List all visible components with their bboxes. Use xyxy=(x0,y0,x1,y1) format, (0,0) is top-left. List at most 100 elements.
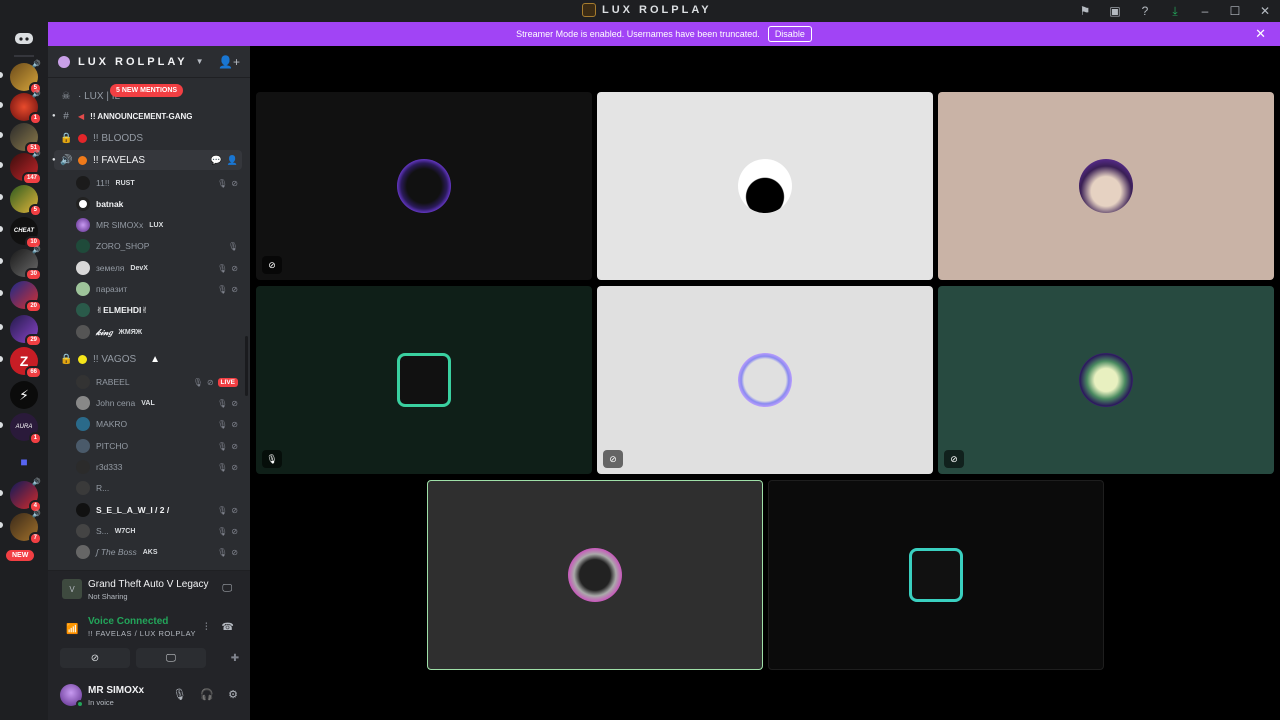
voice-user[interactable]: ZORO_SHOP 🎙 xyxy=(76,236,240,256)
voice-user[interactable]: 𝓀𝒾𝓃𝑔 ЖМЯЖ xyxy=(76,322,240,342)
headphones-icon[interactable]: 🎧 xyxy=(200,688,214,701)
mic-muted-icon: 🎙 xyxy=(217,178,228,188)
voice-status[interactable]: Voice Connected xyxy=(88,616,168,627)
unread-pill xyxy=(0,194,3,200)
server-icon[interactable]: 5 xyxy=(10,185,42,217)
disable-button[interactable]: Disable xyxy=(767,26,812,42)
mic-icon[interactable]: 🎙 xyxy=(172,688,186,701)
chat-icon[interactable]: 💬 xyxy=(211,155,222,166)
voice-channel-name[interactable]: !! FAVELAS / LUX ROLPLAY xyxy=(88,629,196,638)
disconnect-icon[interactable]: ☎ xyxy=(222,622,234,633)
mention-badge: 30 xyxy=(25,268,42,281)
voice-user[interactable]: r3d333 🎙 ⊘ xyxy=(76,457,240,477)
avatar xyxy=(76,503,90,517)
avatar xyxy=(76,197,90,211)
mic-muted-icon: 🎙 xyxy=(217,398,228,408)
voice-user[interactable]: 11!! RUST 🎙 ⊘ xyxy=(76,173,240,193)
voice-user[interactable]: S_E_L_A_W_I / 2 /🎙 ⊘ xyxy=(76,500,240,520)
screen-share-button[interactable]: 🖵 xyxy=(136,648,206,668)
noise-suppression-icon[interactable]: ⫶ xyxy=(205,622,208,633)
server-icon[interactable]: CHEAT 10 xyxy=(10,217,42,249)
mention-badge: 5 xyxy=(28,204,42,217)
add-user-icon[interactable]: 👤+ xyxy=(218,55,240,69)
server-icon[interactable]: Z 66 xyxy=(10,347,42,379)
server-icon[interactable]: 🔊 7 xyxy=(10,511,42,545)
sidebar-scrollbar[interactable] xyxy=(245,336,248,396)
gear-icon[interactable]: ⚙ xyxy=(228,688,238,701)
participant-tile[interactable] xyxy=(597,92,933,280)
server-icon[interactable]: 🔊 147 xyxy=(10,151,42,185)
server-icon[interactable]: 🔊 5 xyxy=(10,61,42,95)
mention-badge: 1 xyxy=(28,432,42,445)
voice-user[interactable]: паразит 🎙 ⊘ xyxy=(76,279,240,299)
new-mentions-badge[interactable]: 5 NEW MENTIONS xyxy=(110,84,184,97)
deafened-icon: ⊘ xyxy=(231,462,238,472)
voice-panel: 📶 Voice Connected !! FAVELAS / LUX ROLPL… xyxy=(48,606,250,676)
voice-user[interactable]: batnak xyxy=(76,194,240,214)
mic-muted-icon: 🎙 xyxy=(217,441,228,451)
discord-home-icon[interactable] xyxy=(8,25,40,51)
participant-tile[interactable] xyxy=(938,92,1274,280)
orange-dot-icon xyxy=(78,155,87,165)
close-button[interactable]: ✕ xyxy=(1250,0,1280,22)
server-icon[interactable]: 🔊 1 xyxy=(10,91,42,125)
folder-icon[interactable]: ■ xyxy=(12,450,36,474)
channel-bloods[interactable]: 🔒!! BLOODS xyxy=(54,128,242,148)
voice-user[interactable]: PITCHO 🎙 ⊘ xyxy=(76,436,240,456)
channel-announcement-gang[interactable]: ● # ◀!! ANNOUNCEMENT-GANG xyxy=(52,106,242,126)
channel-favelas[interactable]: ● 🔊!! FAVELAS 💬 👤 xyxy=(52,150,242,170)
participant-tile-speaking[interactable] xyxy=(427,480,763,670)
server-icon[interactable]: ⚡ xyxy=(10,381,38,409)
mic-muted-icon: 🎙 xyxy=(217,547,228,557)
unread-pill xyxy=(0,324,3,330)
participant-tile[interactable] xyxy=(768,480,1104,670)
new-badge[interactable]: NEW xyxy=(6,550,35,561)
game-status: Not Sharing xyxy=(88,592,128,601)
voice-stage: ⊘ 🎙 ⊘ ⊘ xyxy=(250,46,1280,720)
camera-off-button[interactable]: ⊘ xyxy=(60,648,130,668)
avatar xyxy=(76,524,90,538)
avatar xyxy=(76,481,90,495)
download-icon[interactable]: ⤓ xyxy=(1160,0,1190,22)
user-status: In voice xyxy=(88,698,114,707)
invite-icon[interactable]: 👤 xyxy=(227,155,238,166)
server-icon[interactable]: AURA 1 xyxy=(10,413,42,445)
minimize-button[interactable]: – xyxy=(1190,0,1220,22)
server-icon[interactable]: 51 xyxy=(10,123,42,155)
voice-user[interactable]: ʃ The Boss AKS 🎙 ⊘ xyxy=(76,542,240,562)
maximize-button[interactable]: ☐ xyxy=(1220,0,1250,22)
participant-tile[interactable]: 🎙 xyxy=(256,286,592,474)
share-screen-icon[interactable]: 🖵 xyxy=(222,583,232,594)
voice-user[interactable]: земеля DevX 🎙 ⊘ xyxy=(76,258,240,278)
avatar xyxy=(909,548,963,602)
monitor-icon[interactable]: ▣ xyxy=(1100,0,1130,22)
channel-vagos[interactable]: 🔒!! VAGOS ▲ xyxy=(54,349,242,369)
inbox-flag-icon[interactable]: ⚑ xyxy=(1070,0,1100,22)
server-icon[interactable]: 🔊 4 xyxy=(10,479,42,513)
server-icon[interactable]: 20 xyxy=(10,281,42,313)
help-icon[interactable]: ? xyxy=(1130,0,1160,22)
voice-user[interactable]: S... W7CH 🎙 ⊘ xyxy=(76,521,240,541)
close-banner-icon[interactable]: ✕ xyxy=(1255,26,1266,42)
voice-user[interactable]: John cena VAL 🎙 ⊘ xyxy=(76,393,240,413)
signal-icon[interactable]: 📶 xyxy=(66,624,78,635)
speaker-icon: 🔊 xyxy=(32,151,41,158)
voice-user[interactable]: MAKRO 🎙 ⊘ xyxy=(76,414,240,434)
voice-user[interactable]: R... xyxy=(76,478,240,498)
camera-off-icon: ⊘ xyxy=(262,256,282,274)
voice-user[interactable]: RABEEL 🎙 ⊘ LIVE xyxy=(76,372,240,392)
voice-user[interactable]: MR SIMOXx LUX xyxy=(76,215,240,235)
mic-muted-icon: 🎙 xyxy=(262,450,282,468)
mic-muted-icon: 🎙 xyxy=(217,462,228,472)
participant-tile[interactable]: ⊘ xyxy=(938,286,1274,474)
voice-user[interactable]: ✌ELMEHDI✌ xyxy=(76,300,240,320)
deafened-icon: ⊘ xyxy=(231,441,238,451)
participant-tile[interactable]: ⊘ xyxy=(256,92,592,280)
server-icon[interactable]: 🔊 30 xyxy=(10,247,42,281)
deafened-icon: ⊘ xyxy=(231,526,238,536)
activity-panel: V Grand Theft Auto V Legacy Not Sharing … xyxy=(48,570,250,606)
user-name[interactable]: MR SIMOXx xyxy=(88,685,144,696)
server-icon[interactable]: 29 xyxy=(10,315,42,347)
participant-tile[interactable]: ⊘ xyxy=(597,286,933,474)
server-header[interactable]: LUX ROLPLAY ▼ 👤+ xyxy=(48,46,250,78)
